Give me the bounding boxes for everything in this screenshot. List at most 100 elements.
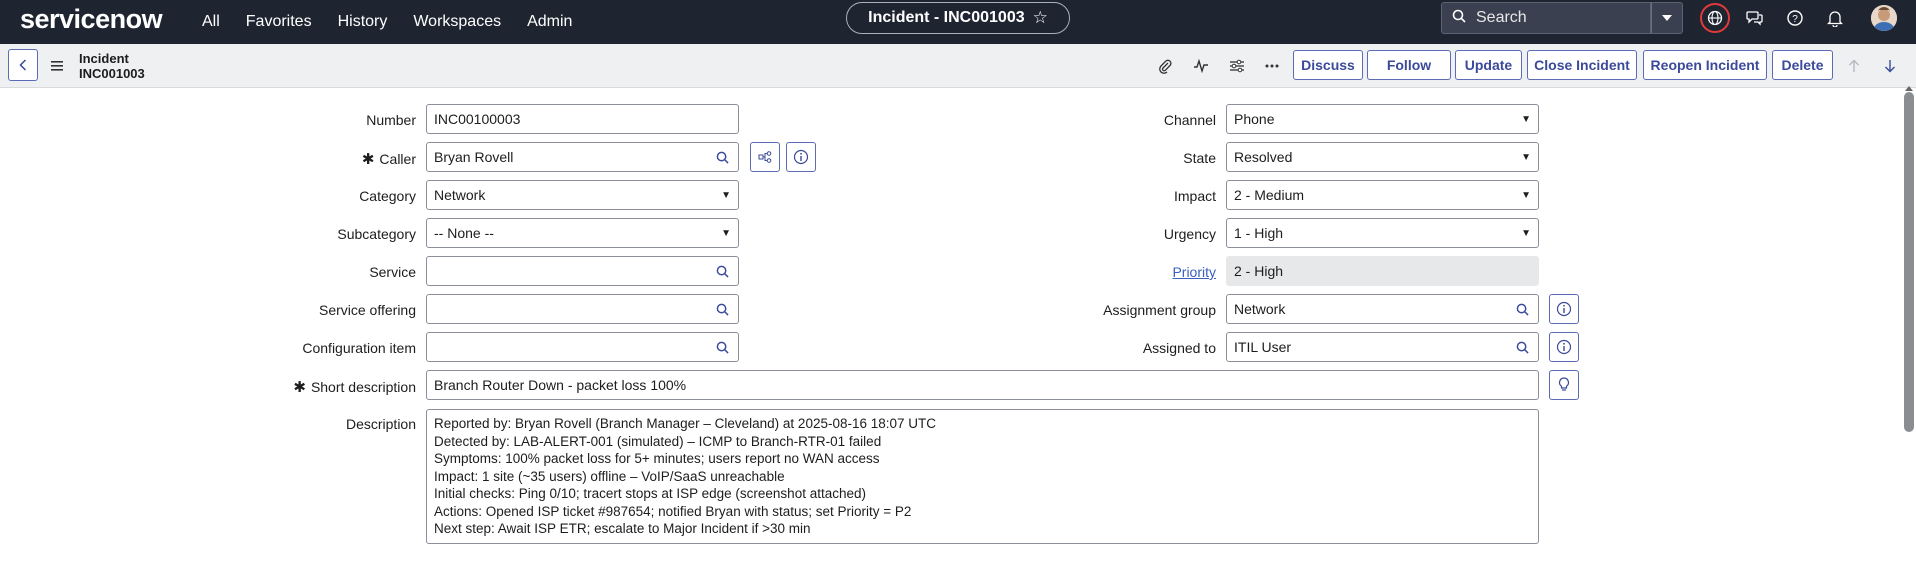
nav-history[interactable]: History [338, 13, 388, 31]
arrow-down-icon[interactable] [1880, 56, 1900, 76]
short-description-label: ✱ Short description [250, 378, 416, 396]
star-icon[interactable]: ☆ [1033, 8, 1048, 28]
help-icon[interactable]: ? [1785, 8, 1805, 28]
category-select[interactable]: Network ▼ [426, 180, 739, 210]
category-value: Network [434, 187, 486, 203]
hierarchy-icon [758, 151, 772, 163]
description-line-2: Detected by: LAB-ALERT-001 (simulated) –… [434, 433, 882, 449]
nav-all[interactable]: All [202, 13, 220, 31]
subcategory-select[interactable]: -- None -- ▼ [426, 218, 739, 248]
category-label: Category [359, 188, 416, 204]
service-offering-lookup-button[interactable] [707, 294, 739, 324]
page-scrollbar[interactable] [1904, 92, 1914, 432]
assignment-group-field[interactable]: Network [1226, 294, 1508, 324]
service-offering-field[interactable] [426, 294, 708, 324]
activity-icon[interactable] [1191, 56, 1211, 76]
caller-hierarchy-button[interactable] [750, 142, 780, 172]
record-context-pill[interactable]: Incident - INC001003 ☆ [846, 2, 1070, 34]
assigned-to-lookup-button[interactable] [1507, 332, 1539, 362]
subcategory-value: -- None -- [434, 225, 494, 241]
chevron-down-icon: ▼ [1521, 227, 1531, 239]
form-menu-icon[interactable] [51, 58, 63, 74]
short-description-field[interactable]: Branch Router Down - packet loss 100% [426, 370, 1539, 400]
assignment-group-label: Assignment group [1103, 302, 1216, 318]
channel-label: Channel [1163, 112, 1216, 128]
chevron-down-icon: ▼ [1521, 113, 1531, 125]
configuration-item-lookup-button[interactable] [707, 332, 739, 362]
state-select[interactable]: Resolved ▼ [1226, 142, 1539, 172]
priority-link[interactable]: Priority [1060, 264, 1216, 280]
description-line-4: Impact: 1 site (~35 users) offline – VoI… [434, 468, 785, 484]
state-label: State [1183, 150, 1216, 166]
search-icon [1516, 341, 1529, 354]
search-placeholder: Search [1476, 9, 1527, 26]
discuss-button[interactable]: Discuss [1293, 50, 1363, 80]
assignment-group-lookup-button[interactable] [1507, 294, 1539, 324]
assignment-group-info-button[interactable] [1549, 294, 1579, 324]
more-options-icon[interactable] [1262, 56, 1282, 76]
state-value: Resolved [1234, 149, 1293, 165]
caller-info-button[interactable] [786, 142, 816, 172]
settings-sliders-icon[interactable] [1227, 56, 1247, 76]
assigned-to-label: Assigned to [1142, 340, 1216, 356]
scroll-up-arrow[interactable] [1905, 86, 1913, 91]
channel-select[interactable]: Phone ▼ [1226, 104, 1539, 134]
back-button[interactable] [8, 49, 38, 81]
service-field[interactable] [426, 256, 708, 286]
search-icon [716, 303, 729, 316]
bell-icon[interactable] [1825, 8, 1845, 28]
urgency-select[interactable]: 1 - High ▼ [1226, 218, 1539, 248]
main-nav: All Favorites History Workspaces Admin [202, 0, 598, 44]
chevron-down-icon: ▼ [721, 227, 731, 239]
chevron-left-icon [19, 59, 27, 71]
lightbulb-icon [1558, 377, 1570, 391]
language-globe-button[interactable] [1700, 3, 1730, 33]
close-incident-button[interactable]: Close Incident [1527, 50, 1637, 80]
search-icon [716, 151, 729, 164]
chevron-down-icon: ▼ [1521, 151, 1531, 163]
description-line-1: Reported by: Bryan Rovell (Branch Manage… [434, 415, 1531, 433]
chat-icon[interactable] [1745, 8, 1765, 28]
info-icon [1556, 301, 1572, 317]
search-icon [1452, 9, 1466, 28]
servicenow-logo[interactable]: servicenow [20, 4, 163, 35]
description-line-1-text: Reported by: Bryan Rovell (Branch Manage… [434, 416, 937, 431]
nav-admin[interactable]: Admin [527, 13, 572, 31]
urgency-value: 1 - High [1234, 225, 1284, 241]
caller-lookup-button[interactable] [707, 142, 739, 172]
description-line-7: Next step: Await ISP ETR; escalate to Ma… [434, 521, 811, 536]
nav-workspaces[interactable]: Workspaces [413, 13, 501, 31]
priority-field: 2 - High [1226, 256, 1539, 286]
caller-label: ✱ Caller [250, 150, 416, 168]
impact-label: Impact [1173, 188, 1216, 204]
update-button[interactable]: Update [1455, 50, 1522, 80]
channel-value: Phone [1234, 111, 1275, 127]
suggestion-button[interactable] [1549, 370, 1579, 400]
configuration-item-field[interactable] [426, 332, 708, 362]
service-lookup-button[interactable] [707, 256, 739, 286]
chevron-down-icon: ▼ [1521, 189, 1531, 201]
arrow-up-icon[interactable] [1844, 56, 1864, 76]
configuration-item-label: Configuration item [302, 340, 416, 356]
nav-favorites[interactable]: Favorites [246, 13, 312, 31]
global-search[interactable]: Search [1441, 2, 1651, 34]
user-avatar[interactable] [1871, 5, 1897, 31]
caller-field[interactable]: Bryan Rovell [426, 142, 708, 172]
search-icon [1516, 303, 1529, 316]
urgency-label: Urgency [1163, 226, 1216, 242]
assigned-to-field[interactable]: ITIL User [1226, 332, 1508, 362]
delete-button[interactable]: Delete [1772, 50, 1833, 80]
number-field[interactable]: INC00100003 [426, 104, 739, 134]
impact-select[interactable]: 2 - Medium ▼ [1226, 180, 1539, 210]
subcategory-label: Subcategory [337, 226, 416, 242]
record-type: Incident [79, 51, 129, 66]
assigned-to-info-button[interactable] [1549, 332, 1579, 362]
search-scope-dropdown[interactable] [1651, 2, 1683, 34]
description-line-3: Symptoms: 100% packet loss for 5+ minute… [434, 451, 880, 466]
svg-text:?: ? [1792, 14, 1798, 25]
reopen-incident-button[interactable]: Reopen Incident [1643, 50, 1767, 80]
required-asterisk-icon: ✱ [361, 151, 375, 168]
paperclip-icon[interactable] [1155, 56, 1175, 76]
description-textarea[interactable]: Reported by: Bryan Rovell (Branch Manage… [426, 409, 1539, 544]
follow-button[interactable]: Follow [1367, 50, 1451, 80]
